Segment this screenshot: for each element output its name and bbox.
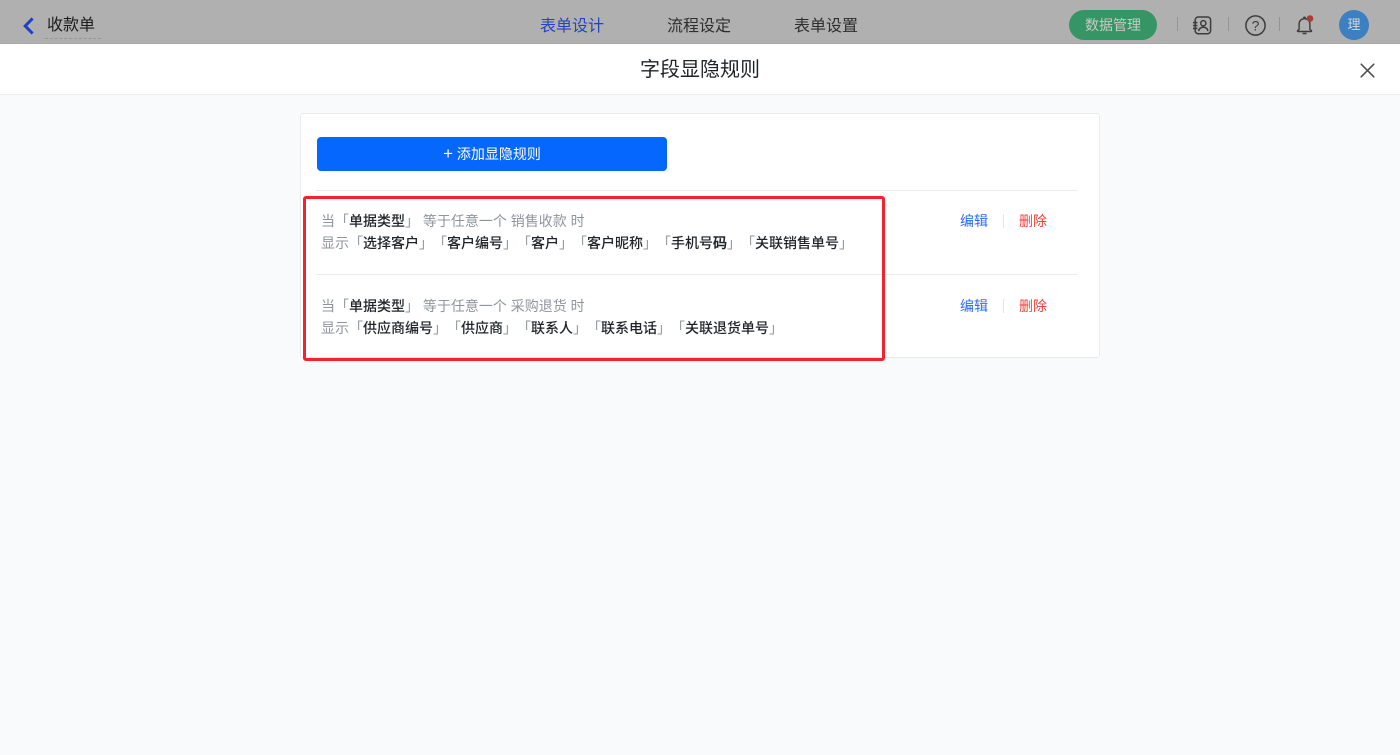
svg-text:?: ? xyxy=(1252,18,1260,34)
